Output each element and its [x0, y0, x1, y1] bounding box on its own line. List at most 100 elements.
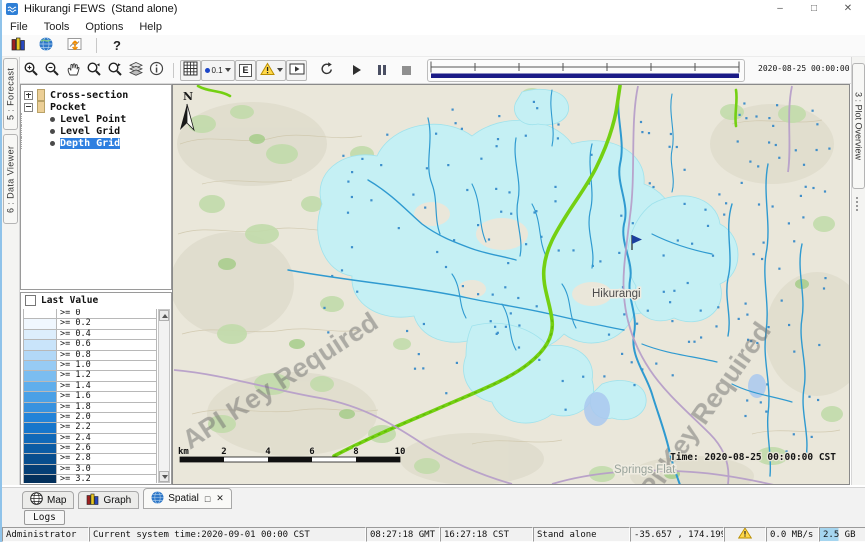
legend-list: >= 0 >= 0.2 >= 0.4 >= 0.6: [23, 309, 157, 483]
collapse-icon[interactable]: [24, 103, 33, 112]
legend-row-label: >= 2.2: [57, 423, 91, 432]
pan-button[interactable]: [62, 60, 83, 81]
tab-close-button[interactable]: ✕: [216, 493, 224, 504]
legend-color-swatch: [24, 454, 57, 463]
database-display-icon: [11, 37, 26, 54]
scale-threshold-button[interactable]: 0.1: [201, 60, 235, 81]
folder-icon: [37, 101, 45, 113]
status-local-time: 16:27:18 CST: [440, 527, 533, 542]
legend-row-label: >= 0.2: [57, 319, 91, 328]
tree-item-label[interactable]: Level Point: [60, 114, 126, 125]
layers-button[interactable]: [125, 60, 146, 81]
svg-text:2: 2: [221, 447, 226, 457]
pause-icon: [378, 65, 386, 75]
place-label-springs-flat: Springs Flat: [614, 464, 676, 476]
svg-text:10: 10: [395, 447, 406, 457]
zoom-out-button[interactable]: [41, 60, 62, 81]
legend-row[interactable]: >= 0.6: [23, 340, 157, 350]
legend-color-swatch: [24, 361, 57, 370]
expand-icon[interactable]: [24, 91, 33, 100]
spatial-display-button[interactable]: [34, 36, 58, 56]
scroll-down-icon[interactable]: [159, 471, 169, 482]
map-time-label: Time: 2020-08-25 00:00:00 CST: [670, 452, 836, 463]
app-logo-icon: [6, 3, 18, 15]
svg-text:km: km: [178, 447, 189, 457]
stop-button[interactable]: [397, 61, 416, 80]
legend-row[interactable]: >= 3.2: [23, 475, 157, 483]
zoom-in-icon: [23, 61, 39, 80]
tree-indent: [21, 113, 46, 125]
zoom-next-button[interactable]: [104, 60, 125, 81]
pause-button[interactable]: [372, 61, 391, 80]
menu-bar: File Tools Options Help: [2, 18, 865, 35]
status-mode: Stand alone: [533, 527, 630, 542]
title-bar: Hikurangi FEWS (Stand alone) – □ ✕: [2, 0, 865, 18]
tab-data-viewer[interactable]: 6 : Data Viewer: [3, 134, 18, 224]
tree-item-label[interactable]: Level Grid: [60, 126, 120, 137]
info-button[interactable]: [146, 60, 167, 81]
tab-detach-button[interactable]: □: [205, 494, 210, 504]
folder-icon: [37, 89, 45, 101]
tab-forecast[interactable]: 5 : Forecast: [3, 58, 18, 130]
play-button[interactable]: [347, 61, 366, 80]
longitudinal-profile-button[interactable]: E: [235, 60, 256, 81]
tab-spatial[interactable]: Spatial □ ✕: [143, 488, 232, 509]
tree-item-level-point[interactable]: Level Point: [21, 113, 171, 125]
tab-spatial-label: Spatial: [168, 493, 199, 504]
map-view[interactable]: API Key Required API Key Required N Hiku…: [172, 84, 850, 485]
tree-item-pocket[interactable]: Pocket: [21, 101, 171, 113]
main-toolbar: ?: [2, 35, 865, 57]
close-button[interactable]: ✕: [831, 0, 865, 18]
tree-item-label[interactable]: Cross-section: [50, 90, 128, 101]
tree-item-label-selected[interactable]: Depth Grid: [60, 138, 120, 149]
tab-graph[interactable]: Graph: [78, 491, 139, 509]
menu-tools[interactable]: Tools: [36, 21, 78, 33]
maximize-button[interactable]: □: [797, 0, 831, 18]
window-title: Hikurangi FEWS (Stand alone): [24, 3, 177, 15]
panel-grip[interactable]: [856, 197, 863, 211]
tree-item-label[interactable]: Pocket: [50, 102, 86, 113]
help-button[interactable]: ?: [107, 36, 127, 56]
place-label-hikurangi: Hikurangi: [592, 288, 641, 300]
tree-item-level-grid[interactable]: Level Grid: [21, 125, 171, 137]
logs-row: Logs: [2, 509, 865, 527]
zoom-previous-button[interactable]: [83, 60, 104, 81]
minimize-button[interactable]: –: [763, 0, 797, 18]
node-bullet-icon: [50, 141, 55, 146]
tree-item-depth-grid[interactable]: Depth Grid: [21, 137, 171, 149]
loop-button[interactable]: [317, 61, 336, 80]
legend-row-label: >= 2.0: [57, 413, 91, 422]
status-gmt-time: 08:27:18 GMT: [366, 527, 440, 542]
zoom-in-button[interactable]: [20, 60, 41, 81]
legend-row-label: >= 0.6: [57, 340, 91, 349]
database-display-button[interactable]: [6, 36, 30, 56]
menu-file[interactable]: File: [2, 21, 36, 33]
grid-display-button[interactable]: [180, 60, 201, 81]
layers-icon: [128, 61, 144, 80]
timeline-slider[interactable]: [427, 59, 745, 82]
globe-grid-icon: [30, 492, 43, 508]
legend-row-label: >= 0.8: [57, 351, 91, 360]
svg-text:N: N: [183, 90, 193, 103]
zoom-out-icon: [44, 61, 60, 80]
scroll-up-icon[interactable]: [159, 310, 169, 321]
info-icon: [149, 61, 164, 79]
warning-threshold-button[interactable]: [256, 60, 286, 81]
legend-scrollbar[interactable]: [158, 309, 170, 483]
tab-map[interactable]: Map: [22, 491, 74, 509]
legend-panel: Last Value >= 0 >= 0.2: [20, 292, 172, 485]
legend-row-label: >= 1.4: [57, 382, 91, 391]
logs-button[interactable]: Logs: [24, 510, 65, 525]
status-warning[interactable]: [724, 527, 766, 542]
menu-options[interactable]: Options: [77, 21, 131, 33]
last-value-checkbox[interactable]: [25, 295, 36, 306]
tab-plot-overview[interactable]: 3 : Plot Overview: [852, 63, 865, 189]
animation-button[interactable]: [286, 60, 307, 81]
menu-help[interactable]: Help: [131, 21, 170, 33]
timeseries-chart-icon: [67, 37, 82, 54]
window-controls: – □ ✕: [763, 0, 865, 18]
timeseries-display-button[interactable]: [62, 36, 86, 56]
tree-item-cross-section[interactable]: Cross-section: [21, 89, 171, 101]
legend-row[interactable]: >= 1.6: [23, 392, 157, 402]
profile-icon: E: [239, 64, 251, 77]
